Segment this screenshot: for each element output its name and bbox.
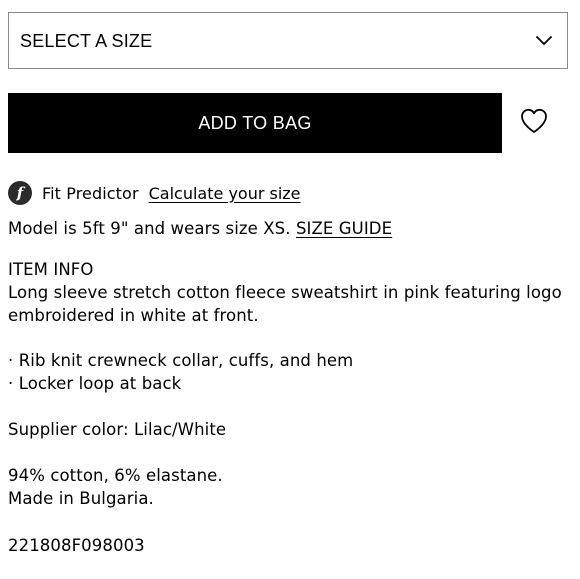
item-description-line-2: embroidered in white at front. <box>8 306 259 325</box>
country-of-origin: Made in Bulgaria. <box>8 489 154 508</box>
chevron-down-icon <box>536 36 552 45</box>
model-info-text: Model is 5ft 9" and wears size XS. <box>8 219 291 238</box>
add-to-bag-button[interactable]: ADD TO BAG <box>8 93 502 153</box>
supplier-color: Supplier color: Lilac/White <box>8 420 227 439</box>
product-sku: 221808F098003 <box>8 536 145 555</box>
item-description-line-1: Long sleeve stretch cotton fleece sweats… <box>8 283 562 302</box>
calculate-size-link[interactable]: Calculate your size <box>149 184 301 203</box>
fit-predictor-logo-icon: f <box>8 181 32 205</box>
fit-predictor-title: Fit Predictor <box>42 183 139 203</box>
fit-predictor-logo-letter: f <box>16 183 24 202</box>
heart-icon[interactable] <box>519 106 549 136</box>
feature-bullet: · Rib knit crewneck collar, cuffs, and h… <box>8 351 354 370</box>
size-select-value: SELECT A SIZE <box>20 31 153 51</box>
add-to-bag-label: ADD TO BAG <box>198 112 312 133</box>
model-info: Model is 5ft 9" and wears size XS. SIZE … <box>8 217 392 240</box>
feature-bullet: · Locker loop at back <box>8 374 182 393</box>
size-guide-link[interactable]: SIZE GUIDE <box>296 219 392 238</box>
size-select[interactable]: SELECT A SIZE <box>8 12 568 69</box>
item-info-heading: ITEM INFO <box>8 260 94 279</box>
fit-predictor-row: f Fit Predictor Calculate your size <box>8 181 301 205</box>
composition: 94% cotton, 6% elastane. <box>8 466 223 485</box>
